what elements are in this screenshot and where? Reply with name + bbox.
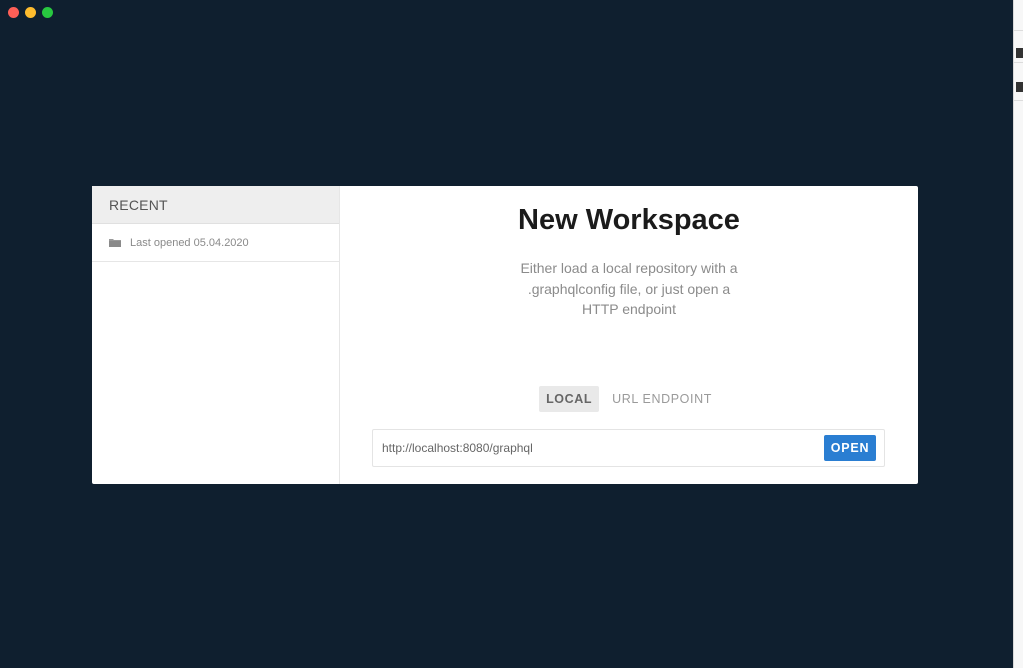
endpoint-input[interactable]	[373, 432, 824, 464]
workspace-main: New Workspace Either load a local reposi…	[340, 186, 918, 484]
zoom-window-button[interactable]	[42, 7, 53, 18]
recent-sidebar: RECENT Last opened 05.04.2020	[92, 186, 340, 484]
new-workspace-dialog: RECENT Last opened 05.04.2020 New Worksp…	[92, 186, 918, 484]
divider	[1014, 100, 1023, 101]
minimize-window-button[interactable]	[25, 7, 36, 18]
edge-mark	[1016, 48, 1023, 58]
window-controls	[8, 7, 53, 18]
divider	[1014, 62, 1023, 63]
adjacent-window-edge	[1013, 0, 1023, 668]
recent-header: RECENT	[92, 186, 339, 224]
app-window: RECENT Last opened 05.04.2020 New Worksp…	[0, 0, 1013, 668]
tab-url-endpoint[interactable]: URL ENDPOINT	[605, 386, 719, 412]
page-title: New Workspace	[518, 204, 740, 236]
divider	[1014, 30, 1023, 31]
edge-mark	[1016, 82, 1023, 92]
recent-item[interactable]: Last opened 05.04.2020	[92, 224, 339, 262]
open-button[interactable]: OPEN	[824, 435, 876, 461]
close-window-button[interactable]	[8, 7, 19, 18]
tab-local[interactable]: LOCAL	[539, 386, 600, 412]
description: Either load a local repository with a .g…	[520, 260, 738, 317]
recent-item-label: Last opened 05.04.2020	[130, 236, 249, 249]
source-tabs: LOCAL URL ENDPOINT	[340, 386, 918, 412]
folder-icon	[109, 238, 121, 247]
endpoint-input-row: OPEN	[372, 429, 885, 467]
